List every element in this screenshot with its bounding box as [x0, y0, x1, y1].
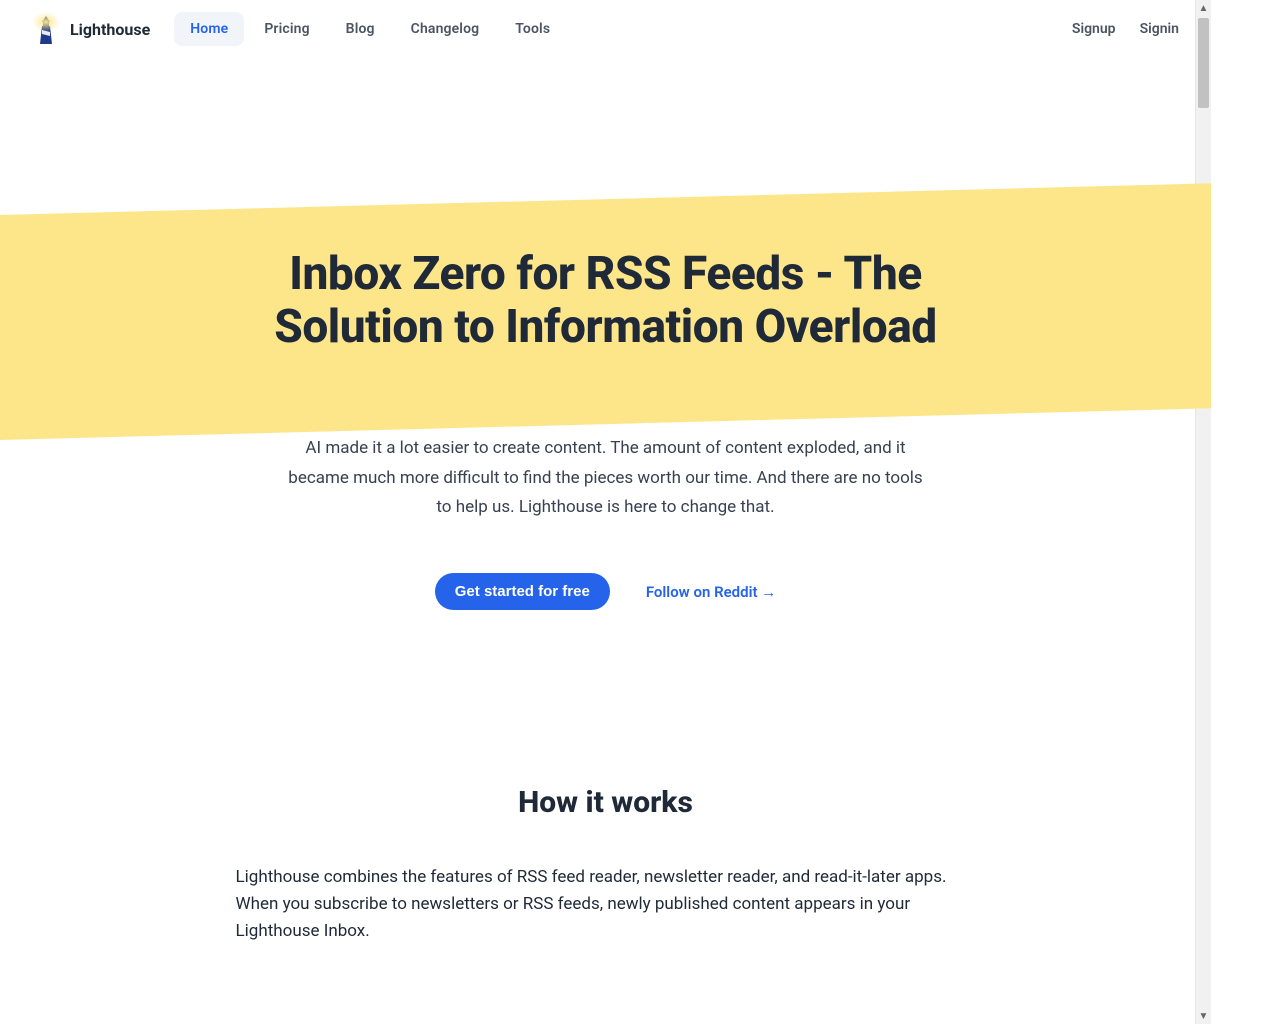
auth-nav: Signup Signin — [1072, 21, 1179, 37]
hero-cta-row: Get started for free Follow on Reddit → — [0, 573, 1211, 610]
hero-subtitle: AI made it a lot easier to create conten… — [286, 434, 926, 523]
get-started-button[interactable]: Get started for free — [435, 573, 610, 610]
lighthouse-icon — [32, 14, 60, 44]
hero-title: Inbox Zero for RSS Feeds - The Solution … — [246, 248, 966, 354]
hero-section: Inbox Zero for RSS Feeds - The Solution … — [0, 58, 1211, 610]
how-title: How it works — [40, 785, 1171, 820]
brand-name: Lighthouse — [70, 20, 150, 39]
nav-signup[interactable]: Signup — [1072, 21, 1116, 37]
nav-signin[interactable]: Signin — [1140, 21, 1179, 37]
nav-changelog[interactable]: Changelog — [395, 12, 496, 46]
nav-pricing[interactable]: Pricing — [248, 12, 325, 46]
how-body: Lighthouse combines the features of RSS … — [236, 864, 976, 946]
scroll-down-arrow-icon[interactable]: ▼ — [1196, 1008, 1211, 1024]
brand[interactable]: Lighthouse — [32, 14, 150, 44]
how-it-works-section: How it works Lighthouse combines the fea… — [0, 785, 1211, 946]
nav-home[interactable]: Home — [174, 12, 244, 46]
nav-blog[interactable]: Blog — [330, 12, 391, 46]
header-left: Lighthouse Home Pricing Blog Changelog T… — [32, 12, 566, 46]
primary-nav: Home Pricing Blog Changelog Tools — [174, 12, 566, 46]
follow-reddit-link[interactable]: Follow on Reddit → — [646, 583, 776, 601]
site-header: Lighthouse Home Pricing Blog Changelog T… — [0, 0, 1211, 58]
nav-tools[interactable]: Tools — [499, 12, 566, 46]
